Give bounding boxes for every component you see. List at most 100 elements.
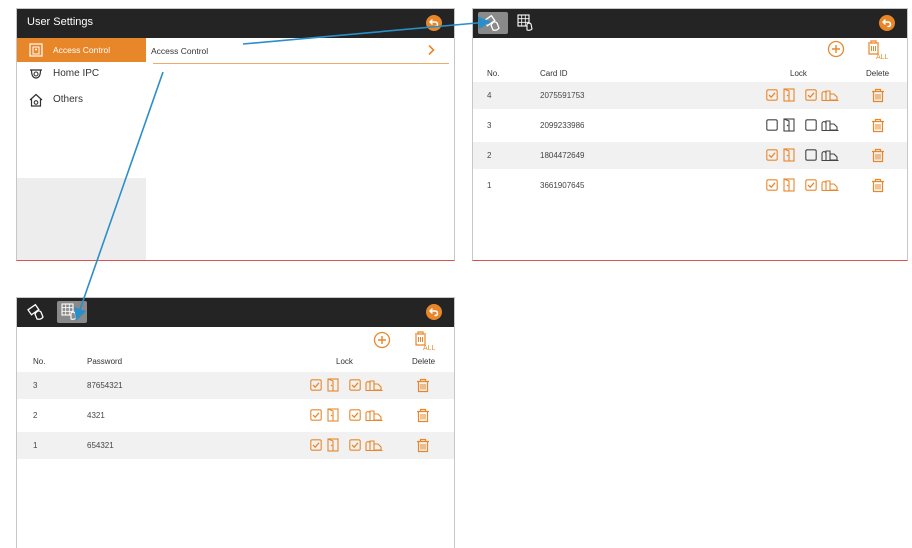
header-no: No.	[487, 69, 500, 78]
table-row[interactable]: 3 2099233986	[473, 112, 907, 139]
back-arrow-icon	[429, 308, 439, 317]
delete-all-icon[interactable]: ALL	[866, 39, 888, 61]
trash-icon	[417, 438, 429, 453]
row-value: 654321	[87, 441, 114, 450]
checkbox-checked-icon[interactable]	[805, 89, 817, 101]
delete-all-icon[interactable]: ALL	[413, 330, 435, 352]
checkbox-checked-icon[interactable]	[349, 409, 361, 421]
table-row[interactable]: 1 654321	[17, 432, 454, 459]
sidebar-item-home-ipc[interactable]: Home IPC	[17, 62, 146, 86]
table-row[interactable]: 2 1804472649	[473, 142, 907, 169]
door-lock-icon	[783, 118, 795, 132]
delete-button[interactable]	[871, 88, 885, 103]
header-delete: Delete	[866, 69, 890, 78]
trash-icon	[872, 88, 884, 103]
lock-options	[310, 438, 390, 452]
tab-password[interactable]	[57, 301, 87, 323]
door-lock-icon	[783, 178, 795, 192]
sidebar-item-others[interactable]: Others	[17, 88, 146, 112]
sidebar-item-access-control[interactable]: Access Control	[17, 38, 146, 62]
user-settings-panel: User Settings Access Control Home IPC Ot…	[16, 8, 455, 261]
row-value: 87654321	[87, 381, 123, 390]
page-title: User Settings	[27, 16, 94, 28]
checkbox-checked-icon[interactable]	[766, 149, 778, 161]
back-button[interactable]	[426, 304, 442, 320]
access-control-icon	[29, 43, 43, 57]
checkbox-checked-icon[interactable]	[349, 379, 361, 391]
delete-button[interactable]	[871, 178, 885, 193]
card-list-panel: ALL No. Card ID Lock Delete 4 2075591753 3…	[472, 8, 908, 261]
checkbox-unchecked-icon[interactable]	[766, 119, 778, 131]
sidebar: Access Control Home IPC Others	[17, 38, 146, 260]
lock-options	[310, 408, 390, 422]
sidebar-empty-area	[17, 178, 146, 260]
gate-lock-icon	[365, 440, 383, 451]
add-icon[interactable]	[827, 40, 845, 58]
sidebar-item-label: Others	[53, 94, 84, 105]
table-row[interactable]: 3 87654321	[17, 372, 454, 399]
lock-options	[310, 378, 390, 392]
back-arrow-icon	[882, 19, 892, 28]
tab-card[interactable]	[22, 301, 52, 323]
checkbox-checked-icon[interactable]	[766, 89, 778, 101]
delete-button[interactable]	[416, 408, 430, 423]
keypad-icon	[517, 14, 533, 31]
top-bar	[17, 298, 454, 327]
access-control-row[interactable]: Access Control	[146, 38, 454, 65]
delete-button[interactable]	[416, 438, 430, 453]
gate-lock-icon	[821, 90, 839, 101]
lock-options	[766, 88, 846, 102]
delete-button[interactable]	[871, 118, 885, 133]
trash-icon	[417, 378, 429, 393]
svg-text:ALL: ALL	[423, 345, 435, 352]
sidebar-item-label: Access Control	[53, 45, 111, 55]
header-lock: Lock	[336, 357, 353, 366]
delete-button[interactable]	[871, 148, 885, 163]
lock-options	[766, 118, 846, 132]
top-bar: User Settings	[17, 9, 454, 38]
row-value: 3661907645	[540, 181, 585, 190]
trash-icon	[872, 178, 884, 193]
checkbox-checked-icon[interactable]	[310, 439, 322, 451]
tab-card[interactable]	[478, 12, 508, 34]
row-label: Access Control	[151, 46, 209, 56]
ipc-camera-icon	[30, 69, 42, 79]
row-value: 4321	[87, 411, 105, 420]
checkbox-checked-icon[interactable]	[310, 379, 322, 391]
divider	[153, 63, 449, 64]
door-lock-icon	[327, 438, 339, 452]
checkbox-checked-icon[interactable]	[310, 409, 322, 421]
trash-icon	[872, 118, 884, 133]
row-number: 1	[33, 441, 38, 450]
gate-lock-icon	[365, 380, 383, 391]
tab-password[interactable]	[513, 12, 543, 34]
checkbox-checked-icon[interactable]	[766, 179, 778, 191]
checkbox-unchecked-icon[interactable]	[805, 119, 817, 131]
lock-options	[766, 178, 846, 192]
table-row[interactable]: 1 3661907645	[473, 172, 907, 199]
delete-button[interactable]	[416, 378, 430, 393]
header-no: No.	[33, 357, 46, 366]
trash-icon	[872, 148, 884, 163]
house-gear-icon	[29, 93, 43, 107]
back-button[interactable]	[879, 15, 895, 31]
gate-lock-icon	[821, 120, 839, 131]
sidebar-item-label: Home IPC	[53, 68, 100, 79]
add-icon[interactable]	[373, 331, 391, 349]
lock-options	[766, 148, 846, 162]
password-list-panel: ALL No. Password Lock Delete 3 87654321 2 4…	[16, 297, 455, 548]
row-number: 1	[487, 181, 492, 190]
row-number: 2	[33, 411, 38, 420]
header-password: Password	[87, 357, 123, 366]
card-swipe-icon	[483, 14, 500, 31]
gate-lock-icon	[821, 150, 839, 161]
checkbox-unchecked-icon[interactable]	[805, 149, 817, 161]
checkbox-checked-icon[interactable]	[805, 179, 817, 191]
back-button[interactable]	[426, 15, 442, 31]
table-row[interactable]: 2 4321	[17, 402, 454, 429]
header-lock: Lock	[790, 69, 807, 78]
row-value: 2075591753	[540, 91, 585, 100]
top-bar	[473, 9, 907, 38]
checkbox-checked-icon[interactable]	[349, 439, 361, 451]
table-row[interactable]: 4 2075591753	[473, 82, 907, 109]
